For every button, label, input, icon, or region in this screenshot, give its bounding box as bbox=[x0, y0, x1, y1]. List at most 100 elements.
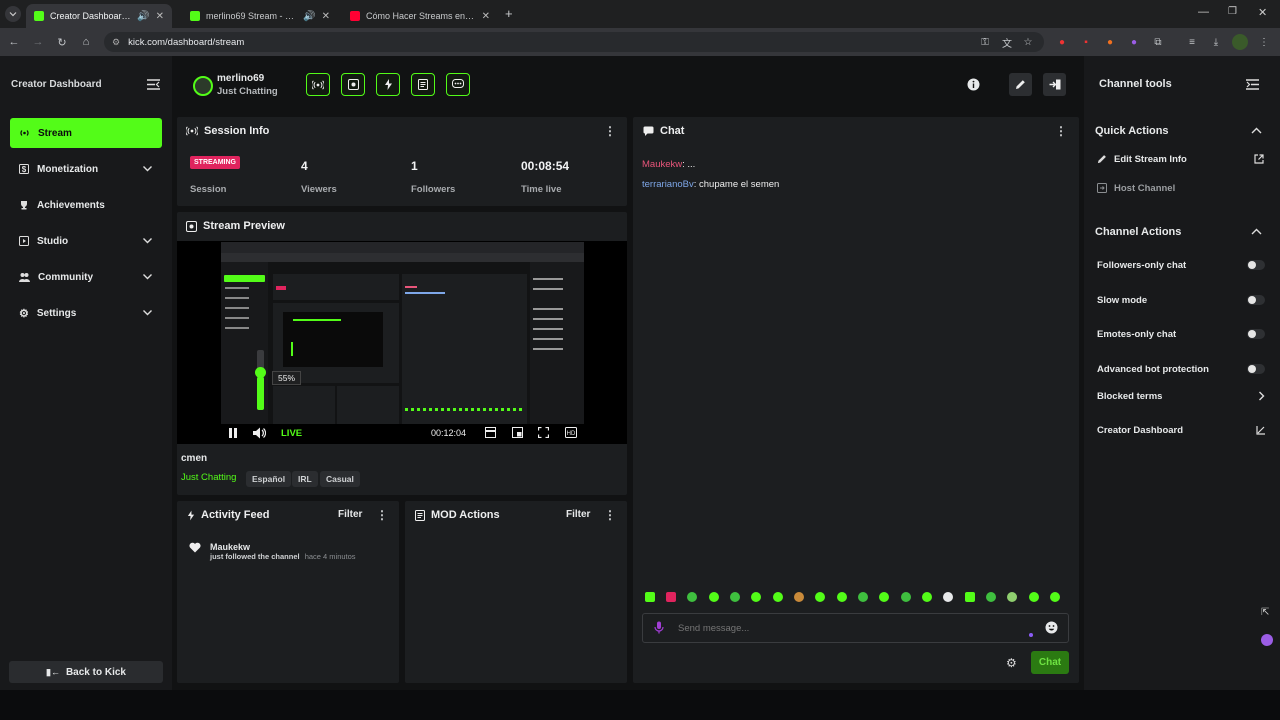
browser-menu-icon[interactable]: ⋮ bbox=[1256, 34, 1272, 50]
clip-icon[interactable] bbox=[485, 427, 496, 438]
side-tool-icon[interactable]: ⇱ bbox=[1261, 607, 1269, 618]
tab-creator-dashboard[interactable]: Creator Dashboard | kick 🔊 ✕ bbox=[26, 4, 172, 28]
extension-orange-icon[interactable]: ● bbox=[1102, 34, 1118, 50]
forward-arrow-icon[interactable]: → bbox=[29, 33, 47, 51]
tab-search-button[interactable] bbox=[5, 6, 21, 22]
quality-icon[interactable]: HD bbox=[565, 427, 577, 438]
emote-icon[interactable] bbox=[773, 592, 783, 602]
back-to-kick-button[interactable]: ▮← Back to Kick bbox=[9, 661, 163, 683]
emote-icon[interactable] bbox=[730, 592, 740, 602]
emote-icon[interactable] bbox=[879, 592, 889, 602]
followers-only-toggle[interactable] bbox=[1247, 260, 1265, 270]
extension-red-icon[interactable]: ● bbox=[1054, 34, 1070, 50]
chat-menu-icon[interactable]: ⋮ bbox=[1055, 124, 1067, 138]
microphone-icon[interactable] bbox=[654, 621, 664, 634]
fullscreen-icon[interactable] bbox=[538, 427, 549, 438]
new-tab-button[interactable]: + bbox=[505, 6, 513, 21]
emote-icon[interactable] bbox=[1029, 592, 1039, 602]
external-link-icon[interactable] bbox=[1254, 154, 1264, 164]
back-arrow-icon[interactable]: ← bbox=[5, 33, 23, 51]
close-icon[interactable]: ✕ bbox=[322, 11, 330, 22]
emoji-icon[interactable] bbox=[1045, 621, 1058, 634]
chat-button[interactable] bbox=[446, 73, 470, 96]
translate-icon[interactable]: 文 bbox=[999, 34, 1015, 50]
emotes-only-toggle[interactable] bbox=[1247, 329, 1265, 339]
emote-icon[interactable] bbox=[837, 592, 847, 602]
chat-username[interactable]: Maukekw bbox=[642, 159, 682, 170]
collapse-tools-icon[interactable] bbox=[1246, 79, 1259, 90]
emote-icon[interactable] bbox=[922, 592, 932, 602]
slow-mode-toggle[interactable] bbox=[1247, 295, 1265, 305]
info-icon[interactable] bbox=[967, 78, 980, 91]
popout-button[interactable] bbox=[1043, 73, 1066, 96]
send-chat-button[interactable]: Chat bbox=[1031, 651, 1069, 674]
activity-menu-icon[interactable]: ⋮ bbox=[376, 508, 388, 522]
pause-icon[interactable] bbox=[229, 428, 237, 438]
key-icon[interactable]: ⚿ bbox=[977, 34, 993, 50]
edit-stream-info-button[interactable]: Edit Stream Info bbox=[1114, 154, 1187, 165]
sidebar-item-achievements[interactable]: Achievements bbox=[10, 190, 162, 220]
emote-icon[interactable] bbox=[751, 592, 761, 602]
emote-icon[interactable] bbox=[794, 592, 804, 602]
close-icon[interactable]: ✕ bbox=[482, 11, 490, 22]
minimize-button[interactable]: — bbox=[1198, 6, 1209, 18]
site-info-icon[interactable]: ⚙ bbox=[112, 37, 120, 48]
mod-filter-button[interactable]: Filter bbox=[566, 509, 590, 520]
download-icon[interactable]: ⤓ bbox=[1208, 34, 1224, 50]
emote-icon[interactable] bbox=[943, 592, 953, 602]
host-channel-button[interactable]: Host Channel bbox=[1114, 183, 1175, 194]
activity-button[interactable] bbox=[376, 73, 400, 96]
picture-in-picture-icon[interactable] bbox=[512, 427, 523, 438]
chevron-up-icon[interactable] bbox=[1251, 126, 1262, 135]
chevron-up-icon[interactable] bbox=[1251, 227, 1262, 236]
extension-brain-icon[interactable] bbox=[1261, 634, 1273, 646]
emote-icon[interactable] bbox=[986, 592, 996, 602]
stream-preview-button[interactable] bbox=[341, 73, 365, 96]
sidebar-item-stream[interactable]: Stream bbox=[10, 118, 162, 148]
emote-icon[interactable] bbox=[645, 592, 655, 602]
expand-arrow-icon[interactable] bbox=[1256, 425, 1266, 435]
emote-icon[interactable] bbox=[815, 592, 825, 602]
edit-layout-button[interactable] bbox=[1009, 73, 1032, 96]
stream-category-link[interactable]: Just Chatting bbox=[181, 472, 236, 483]
maximize-button[interactable]: ❐ bbox=[1228, 6, 1237, 17]
tab-merlino-stream[interactable]: merlino69 Stream - Watch 🔊 ✕ bbox=[182, 4, 338, 28]
star-icon[interactable]: ☆ bbox=[1020, 34, 1036, 50]
volume-icon[interactable] bbox=[253, 427, 266, 439]
emote-icon[interactable] bbox=[666, 592, 676, 602]
emote-icon[interactable] bbox=[858, 592, 868, 602]
home-icon[interactable]: ⌂ bbox=[77, 33, 95, 51]
close-icon[interactable]: ✕ bbox=[156, 11, 164, 22]
volume-handle[interactable] bbox=[255, 367, 266, 378]
address-bar[interactable]: ⚙ kick.com/dashboard/stream bbox=[104, 32, 1044, 52]
sidebar-item-community[interactable]: Community bbox=[10, 262, 162, 292]
avatar[interactable] bbox=[193, 76, 213, 96]
profile-avatar-icon[interactable] bbox=[1232, 34, 1248, 50]
reload-icon[interactable]: ↻ bbox=[53, 33, 71, 51]
collapse-sidebar-icon[interactable] bbox=[147, 79, 160, 90]
sidebar-item-monetization[interactable]: $ Monetization bbox=[10, 154, 162, 184]
creator-dashboard-link[interactable]: Creator Dashboard bbox=[1097, 425, 1183, 436]
chevron-right-icon[interactable] bbox=[1258, 391, 1265, 401]
emote-icon[interactable] bbox=[687, 592, 697, 602]
media-queue-icon[interactable]: ≡ bbox=[1184, 34, 1200, 50]
emote-icon[interactable] bbox=[709, 592, 719, 602]
activity-filter-button[interactable]: Filter bbox=[338, 509, 362, 520]
bot-protection-toggle[interactable] bbox=[1247, 364, 1265, 374]
mod-menu-icon[interactable]: ⋮ bbox=[604, 508, 616, 522]
session-menu-icon[interactable]: ⋮ bbox=[604, 124, 616, 138]
extension-record-icon[interactable]: ▪ bbox=[1078, 34, 1094, 50]
emote-icon[interactable] bbox=[1050, 592, 1060, 602]
mod-actions-button[interactable] bbox=[411, 73, 435, 96]
extension-purple-icon[interactable]: ● bbox=[1126, 34, 1142, 50]
chat-username[interactable]: terrarianoBv bbox=[642, 179, 694, 190]
window-close-button[interactable]: ✕ bbox=[1258, 6, 1267, 19]
sidebar-item-settings[interactable]: ⚙ Settings bbox=[10, 298, 162, 328]
sidebar-item-studio[interactable]: Studio bbox=[10, 226, 162, 256]
chat-input[interactable] bbox=[672, 618, 1022, 638]
chat-settings-gear-icon[interactable]: ⚙ bbox=[1006, 656, 1017, 670]
broadcast-button[interactable] bbox=[306, 73, 330, 96]
emote-icon[interactable] bbox=[1007, 592, 1017, 602]
extensions-puzzle-icon[interactable]: ⧉ bbox=[1150, 34, 1166, 50]
blocked-terms-link[interactable]: Blocked terms bbox=[1097, 391, 1162, 402]
